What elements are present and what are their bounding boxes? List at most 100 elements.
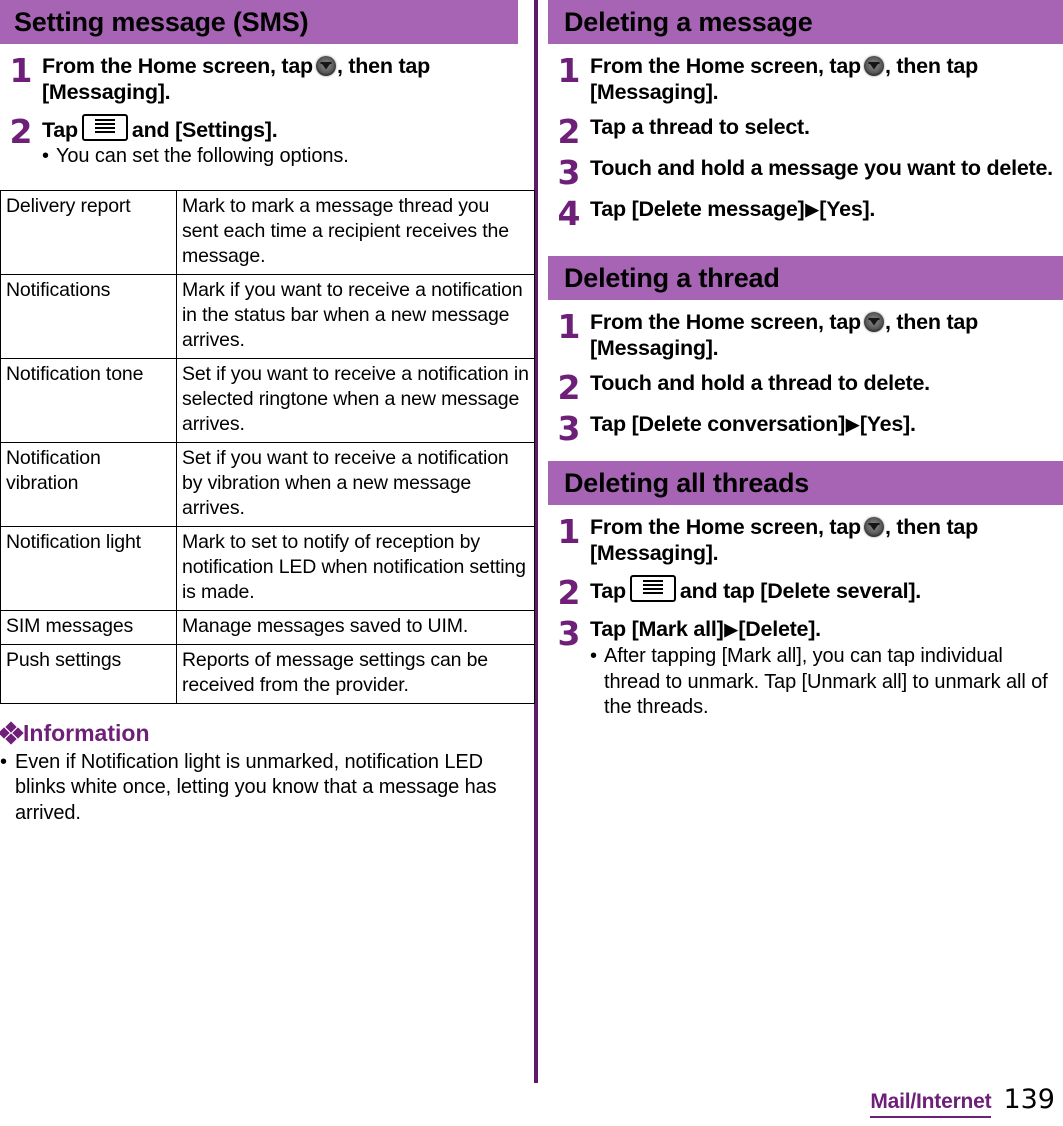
table-row: Notification tone Set if you want to rec… [0,357,535,443]
menu-key-icon [629,575,676,602]
step-number: 2 [557,573,581,612]
step-number: 3 [557,153,581,192]
settings-options-table: Delivery report Mark to mark a message t… [0,189,535,704]
bullet-icon: • [0,750,7,773]
step-text: From the Home screen, tap, then tap [Mes… [590,514,1061,566]
step-body: From the Home screen, tap, then tap [Mes… [590,309,1063,361]
option-description: Reports of message settings can be recei… [176,643,535,704]
section-header-deleting-all-threads: Deleting all threads [548,461,1063,505]
step-item: 3 Tap [Delete conversation]▶[Yes]. [548,409,1063,448]
option-name: Notifications [0,273,177,359]
step-note-text: You can set the following options. [56,145,349,167]
step-text-before: Tap [Delete conversation] [590,412,845,436]
option-description: Mark if you want to receive a notificati… [176,273,535,359]
step-text: From the Home screen, tap, then tap [Mes… [42,53,516,105]
section-header-setting-message: Setting message (SMS) [0,0,518,44]
steps-deleting-all-threads: 1 From the Home screen, tap, then tap [M… [548,514,1063,721]
step-number: 1 [9,51,33,90]
step-text-after: and tap [Delete several]. [679,579,921,603]
step-item: 1 From the Home screen, tap, then tap [M… [548,309,1063,361]
step-item: 1 From the Home screen, tap, then tap [M… [0,53,518,105]
footer-section-label: Mail/Internet [870,1090,992,1118]
option-name: SIM messages [0,609,177,645]
step-item: 2 Touch and hold a thread to delete. [548,368,1063,407]
app-launcher-icon [863,517,884,537]
step-item: 1 From the Home screen, tap, then tap [M… [548,514,1063,566]
option-name: Notification vibration [0,441,177,527]
option-description: Mark to set to notify of reception by no… [176,525,535,611]
information-heading: Information [0,718,518,748]
step-item: 4 Tap [Delete message]▶[Yes]. [548,194,1063,233]
step-item: 3 Touch and hold a message you want to d… [548,153,1063,192]
step-text-after: [Yes]. [819,197,876,221]
step-text-before: From the Home screen, tap [42,54,313,78]
step-text: Tap and tap [Delete several]. [590,575,1061,604]
step-text: From the Home screen, tap, then tap [Mes… [590,53,1061,105]
step-number: 1 [557,51,581,90]
steps-setting-message: 1 From the Home screen, tap, then tap [M… [0,53,518,170]
step-text: Tap [Delete conversation]▶[Yes]. [590,411,1061,438]
step-number: 3 [557,409,581,448]
app-launcher-icon [863,56,884,76]
page-footer: Mail/Internet 139 [870,1084,1055,1118]
step-body: Tap [Mark all]▶[Delete]. • After tapping… [590,616,1063,721]
step-body: Tap a thread to select. [590,114,1063,140]
table-row: Notification light Mark to set to notify… [0,525,535,611]
steps-deleting-a-thread: 1 From the Home screen, tap, then tap [M… [548,309,1063,448]
option-description: Set if you want to receive a notificatio… [176,441,535,527]
step-text: Touch and hold a message you want to del… [590,156,1053,180]
step-number: 2 [557,368,581,407]
step-text-before: Tap [Delete message] [590,197,805,221]
bullet-icon: • [42,145,49,167]
step-note-text: After tapping [Mark all], you can tap in… [604,645,1048,718]
section-header-deleting-a-thread: Deleting a thread [548,256,1063,300]
step-text: From the Home screen, tap, then tap [Mes… [590,309,1061,361]
steps-deleting-a-message: 1 From the Home screen, tap, then tap [M… [548,53,1063,233]
manual-page: Setting message (SMS) 1 From the Home sc… [0,0,1063,1126]
step-text-before: Tap [Mark all] [590,617,724,641]
step-note: • You can set the following options. [42,144,516,170]
right-column: Deleting a message 1 From the Home scree… [548,0,1063,721]
step-number: 2 [9,112,33,151]
step-item: 2 Tap and [Settings]. • You can set the f… [0,114,518,170]
step-text-after: [Yes]. [859,412,916,436]
step-item: 2 Tap a thread to select. [548,114,1063,148]
menu-key-icon [81,114,128,141]
diamonds-icon [0,720,24,745]
step-number: 4 [557,194,581,233]
arrow-right-icon: ▶ [724,620,738,639]
option-name: Push settings [0,643,177,704]
step-body: Touch and hold a message you want to del… [590,155,1063,181]
step-body: From the Home screen, tap, then tap [Mes… [42,53,518,105]
step-item: 2 Tap and tap [Delete several]. [548,573,1063,612]
table-row: Delivery report Mark to mark a message t… [0,189,535,275]
step-text: Tap and [Settings]. [42,114,516,143]
section-header-deleting-a-message: Deleting a message [548,0,1063,44]
step-text-before: From the Home screen, tap [590,515,861,539]
step-text-before: From the Home screen, tap [590,54,861,78]
step-body: Tap [Delete conversation]▶[Yes]. [590,411,1063,438]
information-item-text: Even if Notification light is unmarked, … [15,750,497,824]
step-text-after: [Delete]. [738,617,821,641]
information-item: • Even if Notification light is unmarked… [0,750,518,827]
information-heading-label: Information [23,719,150,746]
step-body: From the Home screen, tap, then tap [Mes… [590,53,1063,105]
step-number: 3 [557,614,581,653]
step-item: 3 Tap [Mark all]▶[Delete]. • After tappi… [548,616,1063,721]
option-name: Delivery report [0,189,177,275]
footer-page-number: 139 [1003,1084,1055,1115]
step-text-before: From the Home screen, tap [590,310,861,334]
option-description: Manage messages saved to UIM. [176,609,535,645]
option-description: Mark to mark a message thread you sent e… [176,189,535,275]
step-body: Tap [Delete message]▶[Yes]. [590,196,1063,223]
option-name: Notification tone [0,357,177,443]
step-number: 1 [557,307,581,346]
step-text-before: Tap [42,118,78,142]
option-name: Notification light [0,525,177,611]
option-description: Set if you want to receive a notificatio… [176,357,535,443]
step-number: 1 [557,512,581,551]
step-body: Tap and [Settings]. • You can set the fol… [42,114,518,170]
table-row: Notification vibration Set if you want t… [0,441,535,527]
step-text-after: and [Settings]. [131,118,278,142]
step-item: 1 From the Home screen, tap, then tap [M… [548,53,1063,105]
